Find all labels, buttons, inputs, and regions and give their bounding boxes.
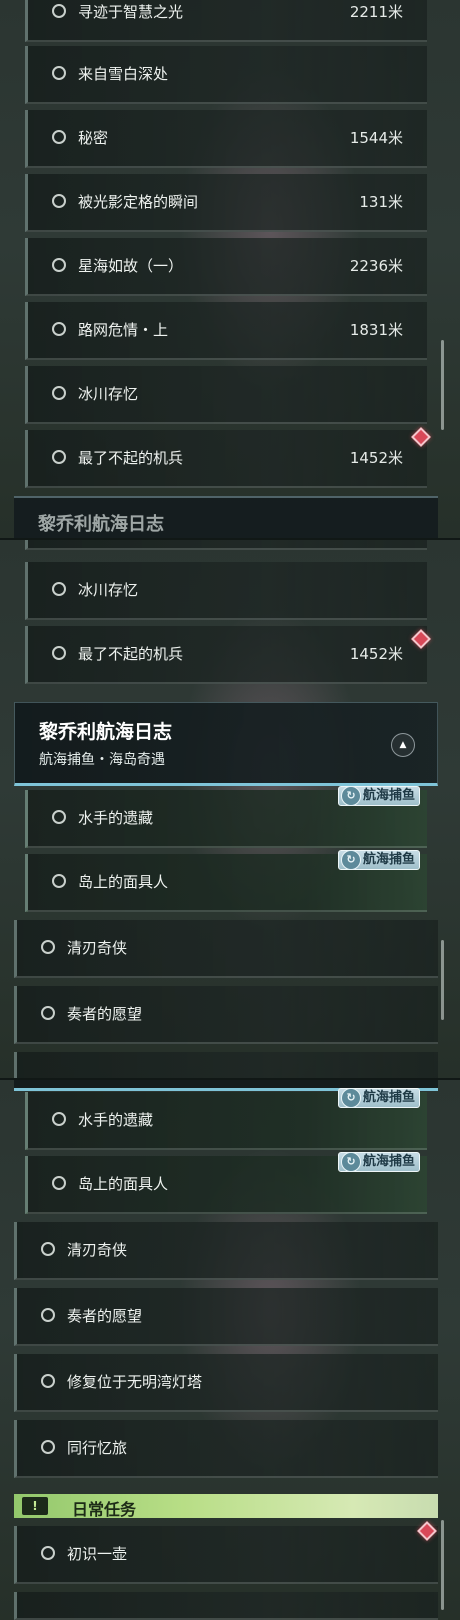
group-subtitle: 航海捕鱼・海岛奇遇 (39, 752, 165, 768)
quest-status-circle-icon (52, 130, 66, 144)
quest-label: 奏者的愿望 (67, 1307, 143, 1325)
tag-label: 航海捕鱼 (363, 1090, 416, 1105)
quest-status-circle-icon (41, 1440, 55, 1454)
fishing-tag: ↻ 航海捕鱼 (338, 1088, 421, 1108)
quest-row[interactable]: 最了不起的机兵 1452米 (25, 626, 427, 684)
quest-label: 水手的遗藏 (78, 1111, 154, 1129)
quest-status-circle-icon (52, 194, 66, 208)
quest-distance: 1452米 (349, 449, 403, 467)
quest-status-circle-icon (41, 1308, 55, 1322)
daily-quests-header[interactable]: ! 日常任务 (14, 1494, 438, 1519)
quest-status-circle-icon (52, 874, 66, 888)
quest-label: 清刃奇侠 (67, 939, 128, 957)
quest-list-panel-1: 寻迹于智慧之光 2211米 来自雪白深处 秘密 1544米 被光影定格的瞬间 1… (0, 0, 460, 540)
quest-row[interactable]: 最了不起的机兵 1452米 (25, 430, 427, 488)
scrollbar[interactable] (441, 340, 444, 430)
quest-row-partial[interactable] (25, 540, 427, 550)
quest-row-partial[interactable] (14, 1592, 438, 1620)
quest-row[interactable]: 星海如故（一） 2236米 (25, 238, 427, 296)
quest-label: 岛上的面具人 (78, 873, 169, 891)
quest-status-circle-icon (52, 4, 66, 18)
quest-distance: 1831米 (349, 321, 403, 339)
quest-label: 来自雪白深处 (78, 65, 169, 83)
quest-status-circle-icon (52, 1112, 66, 1126)
quest-row[interactable]: 冰川存忆 (25, 562, 427, 620)
quest-row-partial[interactable] (14, 1052, 438, 1080)
quest-label: 星海如故（一） (78, 257, 184, 275)
quest-row[interactable]: 路网危情・上 1831米 (25, 302, 427, 360)
quest-row[interactable]: 秘密 1544米 (25, 110, 427, 168)
fishing-tag: ↻ 航海捕鱼 (338, 786, 421, 806)
quest-status-circle-icon (52, 386, 66, 400)
scrollbar[interactable] (441, 940, 444, 1020)
quest-label: 奏者的愿望 (67, 1005, 143, 1023)
quest-label: 冰川存忆 (78, 581, 139, 599)
quest-status-circle-icon (52, 322, 66, 336)
quest-label: 寻迹于智慧之光 (78, 3, 184, 21)
quest-status-circle-icon (52, 582, 66, 596)
quest-row[interactable]: 来自雪白深处 (25, 46, 427, 104)
quest-status-circle-icon (52, 450, 66, 464)
fishing-hook-icon: ↻ (341, 786, 361, 806)
tag-label: 航海捕鱼 (363, 788, 416, 803)
quest-row[interactable]: 寻迹于智慧之光 2211米 (25, 0, 427, 42)
quest-row[interactable]: 清刃奇侠 (14, 1222, 438, 1280)
quest-label: 秘密 (78, 129, 109, 147)
quest-status-circle-icon (52, 258, 66, 272)
quest-status-circle-icon (41, 1242, 55, 1256)
quest-status-circle-icon (41, 940, 55, 954)
quest-label: 修复位于无明湾灯塔 (67, 1373, 203, 1391)
quest-label: 同行忆旅 (67, 1439, 128, 1457)
quest-label: 被光影定格的瞬间 (78, 193, 199, 211)
quest-list-panel-3: 水手的遗藏 ↻ 航海捕鱼 岛上的面具人 ↻ 航海捕鱼 清刃奇侠 奏者的愿望 修复… (0, 1080, 460, 1620)
quest-label: 路网危情・上 (78, 321, 169, 339)
fishing-hook-icon: ↻ (341, 850, 361, 870)
tag-label: 航海捕鱼 (363, 852, 416, 867)
quest-status-circle-icon (41, 1546, 55, 1560)
exclamation-icon: ! (22, 1497, 48, 1515)
quest-status-circle-icon (52, 1176, 66, 1190)
quest-status-circle-icon (41, 1006, 55, 1020)
quest-distance: 131米 (359, 193, 403, 211)
fishing-hook-icon: ↻ (341, 1152, 361, 1172)
quest-status-circle-icon (52, 810, 66, 824)
quest-label: 清刃奇侠 (67, 1241, 128, 1259)
daily-title: 日常任务 (72, 1500, 137, 1519)
scrollbar[interactable] (441, 1520, 444, 1610)
quest-distance: 2211米 (349, 3, 403, 21)
quest-row[interactable]: 初识一壶 (14, 1526, 438, 1584)
quest-row[interactable]: 被光影定格的瞬间 131米 (25, 174, 427, 232)
quest-distance: 1452米 (349, 645, 403, 663)
fishing-tag: ↻ 航海捕鱼 (338, 850, 421, 870)
group-title: 黎乔利航海日志 (39, 721, 173, 743)
quest-label: 最了不起的机兵 (78, 449, 184, 467)
quest-row[interactable]: 同行忆旅 (14, 1420, 438, 1478)
quest-row[interactable]: 清刃奇侠 (14, 920, 438, 978)
quest-label: 岛上的面具人 (78, 1175, 169, 1193)
quest-distance: 1544米 (349, 129, 403, 147)
tag-label: 航海捕鱼 (363, 1154, 416, 1169)
quest-group-header-partial[interactable]: 黎乔利航海日志 (14, 496, 438, 540)
quest-row[interactable]: 冰川存忆 (25, 366, 427, 424)
quest-status-circle-icon (52, 646, 66, 660)
quest-row[interactable]: 修复位于无明湾灯塔 (14, 1354, 438, 1412)
fishing-tag: ↻ 航海捕鱼 (338, 1152, 421, 1172)
quest-row[interactable]: 奏者的愿望 (14, 986, 438, 1044)
quest-group-header[interactable]: 黎乔利航海日志 航海捕鱼・海岛奇遇 ▲ (14, 702, 438, 786)
quest-label: 最了不起的机兵 (78, 645, 184, 663)
quest-label: 冰川存忆 (78, 385, 139, 403)
quest-label: 初识一壶 (67, 1545, 128, 1563)
quest-row[interactable]: 奏者的愿望 (14, 1288, 438, 1346)
quest-status-circle-icon (41, 1374, 55, 1388)
chevron-up-icon[interactable]: ▲ (391, 733, 415, 757)
quest-list-panel-2: 冰川存忆 最了不起的机兵 1452米 黎乔利航海日志 航海捕鱼・海岛奇遇 ▲ 水… (0, 540, 460, 1080)
group-title: 黎乔利航海日志 (38, 514, 164, 535)
fishing-hook-icon: ↻ (341, 1088, 361, 1108)
quest-status-circle-icon (52, 66, 66, 80)
quest-distance: 2236米 (349, 257, 403, 275)
quest-label: 水手的遗藏 (78, 809, 154, 827)
